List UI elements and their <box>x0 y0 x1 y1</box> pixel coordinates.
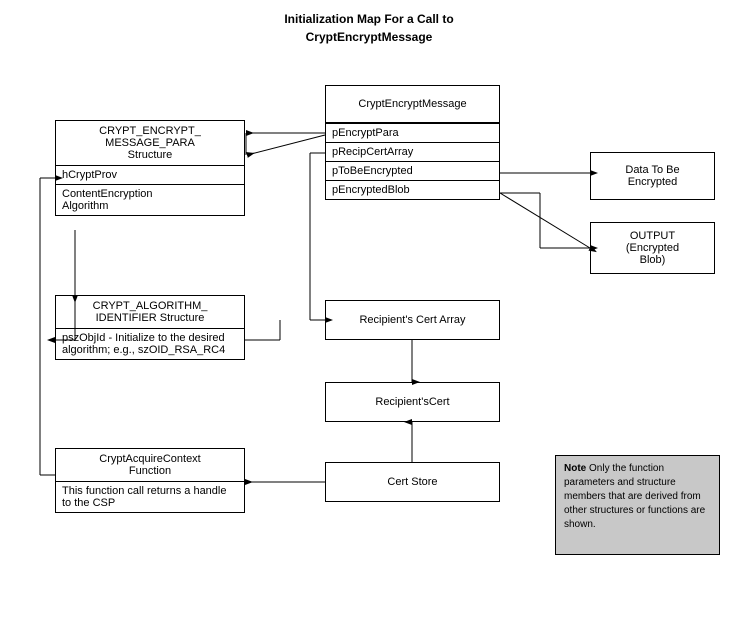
output-blob-box: OUTPUT(EncryptedBlob) <box>590 222 715 274</box>
crypt-encrypt-para-header: CRYPT_ENCRYPT_MESSAGE_PARAStructure <box>56 121 244 166</box>
hcryptprov-row: hCryptProv <box>56 166 244 185</box>
note-box: Note Only the function parameters and st… <box>555 455 720 555</box>
crypt-encrypt-message-box: CryptEncryptMessage <box>325 85 500 123</box>
diagram-title: Initialization Map For a Call to CryptEn… <box>0 0 738 46</box>
recipient-cert-array-box: Recipient's Cert Array <box>325 300 500 340</box>
crypt-acquire-header: CryptAcquireContextFunction <box>56 449 244 482</box>
data-to-be-encrypted-box: Data To BeEncrypted <box>590 152 715 200</box>
ptobeencrypted-row: pToBeEncrypted <box>326 162 499 181</box>
content-encryption-row: ContentEncryptionAlgorithm <box>56 185 244 215</box>
crypt-alg-identifier-box: CRYPT_ALGORITHM_IDENTIFIER Structure psz… <box>55 295 245 360</box>
output-blob-label: OUTPUT(EncryptedBlob) <box>626 230 679 266</box>
crypt-encrypt-para-box: CRYPT_ENCRYPT_MESSAGE_PARAStructure hCry… <box>55 120 245 216</box>
recipients-cert-label: Recipient'sCert <box>375 396 449 408</box>
title-line2: CryptEncryptMessage <box>306 30 433 44</box>
pszobjid-row: pszObjId - Initialize to the desired alg… <box>56 329 244 359</box>
main-params-box: pEncryptPara pRecipCertArray pToBeEncryp… <box>325 123 500 200</box>
pencryptedblob-row: pEncryptedBlob <box>326 181 499 199</box>
cert-store-label: Cert Store <box>387 476 437 488</box>
title-line1: Initialization Map For a Call to <box>284 12 453 26</box>
data-encrypted-label: Data To BeEncrypted <box>625 164 679 188</box>
crypt-alg-header: CRYPT_ALGORITHM_IDENTIFIER Structure <box>56 296 244 329</box>
note-label: Note Only the function parameters and st… <box>564 463 705 530</box>
diagram-container: Initialization Map For a Call to CryptEn… <box>0 0 738 629</box>
recipients-cert-box: Recipient'sCert <box>325 382 500 422</box>
recipient-cert-array-label: Recipient's Cert Array <box>359 314 465 326</box>
cert-store-box: Cert Store <box>325 462 500 502</box>
crypt-encrypt-label: CryptEncryptMessage <box>358 98 466 110</box>
crypt-acquire-row: This function call returns a handle to t… <box>56 482 244 512</box>
crypt-acquire-context-box: CryptAcquireContextFunction This functio… <box>55 448 245 513</box>
pencryptpara-row: pEncryptPara <box>326 124 499 143</box>
precipcertarray-row: pRecipCertArray <box>326 143 499 162</box>
